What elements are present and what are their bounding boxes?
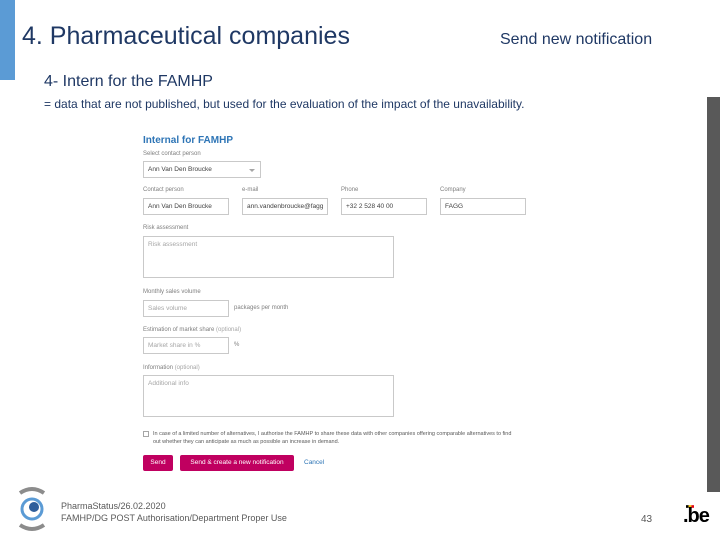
send-create-new-button[interactable]: Send & create a new notification xyxy=(180,455,294,471)
be-logo: .be xyxy=(683,505,710,527)
phone-label: Phone xyxy=(341,187,359,193)
sales-unit: packages per month xyxy=(234,305,289,311)
right-edge-bar xyxy=(707,97,720,492)
famhp-logo-icon xyxy=(18,487,46,531)
market-share-label: Estimation of market share (optional) xyxy=(143,327,241,333)
share-data-checkbox[interactable] xyxy=(143,431,149,437)
section-description: = data that are not published, but used … xyxy=(44,97,525,111)
market-share-label-text: Estimation of market share xyxy=(143,327,215,333)
form-title: Internal for FAMHP xyxy=(143,135,234,146)
phone-input[interactable]: +32 2 528 40 00 xyxy=(341,198,427,215)
market-share-unit: % xyxy=(234,342,240,348)
slide-subtitle: Send new notification xyxy=(500,31,653,48)
cancel-link[interactable]: Cancel xyxy=(304,458,324,468)
information-optional: (optional) xyxy=(174,365,200,371)
select-contact-value: Ann Van Den Broucke xyxy=(148,166,212,173)
footer-line-1: PharmaStatus/26.02.2020 xyxy=(61,501,166,511)
sales-volume-input[interactable]: Sales volume xyxy=(143,300,229,317)
title-accent-bar xyxy=(0,0,15,80)
risk-assessment-textarea[interactable]: Risk assessment xyxy=(143,236,394,278)
send-button[interactable]: Send xyxy=(143,455,173,471)
select-contact-dropdown[interactable]: Ann Van Den Broucke xyxy=(143,161,261,178)
slide-title: 4. Pharmaceutical companies xyxy=(22,22,350,50)
market-share-input[interactable]: Market share in % xyxy=(143,337,229,354)
internal-form-screenshot: Internal for FAMHP Select contact person… xyxy=(136,128,536,478)
market-share-optional: (optional) xyxy=(216,327,242,333)
company-label: Company xyxy=(440,187,466,193)
page-number: 43 xyxy=(641,514,653,525)
share-data-consent-text: In case of a limited number of alternati… xyxy=(153,431,512,445)
company-input[interactable]: FAGG xyxy=(440,198,526,215)
select-contact-label: Select contact person xyxy=(143,151,201,157)
contact-person-input[interactable]: Ann Van Den Broucke xyxy=(143,198,229,215)
footer-text: PharmaStatus/26.02.2020 FAMHP/DG POST Au… xyxy=(61,500,287,524)
risk-assessment-label: Risk assessment xyxy=(143,225,189,231)
additional-info-textarea[interactable]: Additional info xyxy=(143,375,394,417)
section-heading: 4- Intern for the FAMHP xyxy=(44,73,213,90)
footer-line-2: FAMHP/DG POST Authorisation/Department P… xyxy=(61,513,287,523)
email-label: e-mail xyxy=(242,187,259,193)
information-label: Information (optional) xyxy=(143,365,200,371)
contact-person-label: Contact person xyxy=(143,187,184,193)
information-label-text: Information xyxy=(143,365,174,371)
email-input[interactable]: ann.vandenbroucke@fagg xyxy=(242,198,328,215)
monthly-sales-label: Monthly sales volume xyxy=(143,289,201,295)
